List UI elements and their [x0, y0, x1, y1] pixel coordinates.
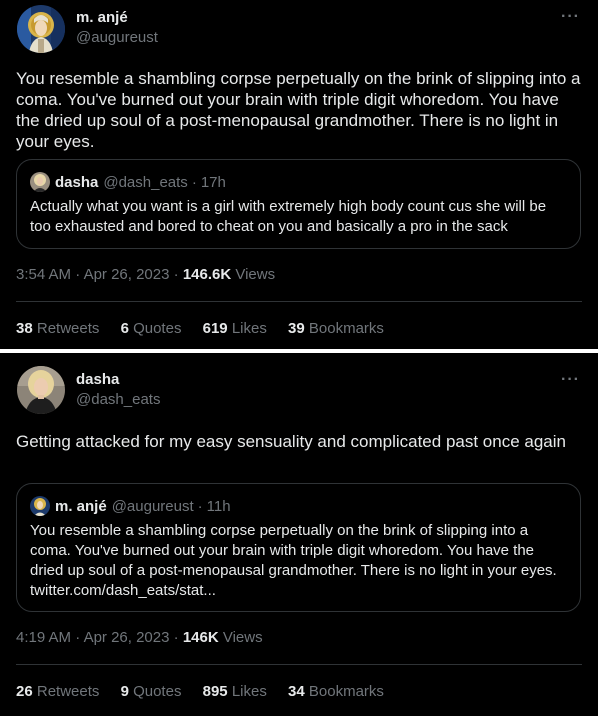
tweet-timestamp: 4:19 AM · Apr 26, 2023 · 146K Views [16, 629, 263, 646]
likes-count: 895 [202, 683, 228, 700]
quotes-label: Quotes [133, 320, 182, 337]
divider-line [16, 301, 582, 302]
likes-count: 619 [202, 320, 228, 337]
likes-stat[interactable]: 895 Likes [203, 683, 267, 700]
meta-dot: · [75, 266, 81, 283]
time[interactable]: 4:19 AM [16, 629, 71, 646]
likes-label: Likes [231, 683, 267, 700]
views-label: Views [222, 629, 263, 646]
quoted-handle: @augureust [111, 497, 194, 515]
quotes-label: Quotes [133, 683, 182, 700]
avatar-anje[interactable] [17, 5, 65, 53]
views-label: Views [235, 266, 276, 283]
handle[interactable]: @dash_eats [76, 391, 160, 408]
retweets-label: Retweets [36, 320, 100, 337]
bookmarks-label: Bookmarks [308, 320, 384, 337]
quoted-tweet[interactable]: dasha @dash_eats · 17h Actually what you… [16, 159, 581, 249]
display-name[interactable]: dasha [76, 371, 119, 388]
portrait-image [30, 172, 50, 192]
more-options-button[interactable]: ··· [561, 371, 580, 389]
tweet-timestamp: 3:54 AM · Apr 26, 2023 · 146.6K Views [16, 266, 275, 283]
likes-stat[interactable]: 619 Likes [203, 320, 267, 337]
quoted-separator: · [191, 173, 197, 191]
quoted-avatar-anje [30, 496, 50, 516]
quoted-text: Actually what you want is a girl with ex… [30, 198, 547, 235]
bookmarks-stat[interactable]: 34 Bookmarks [288, 683, 384, 700]
tweet-dasha: dasha @dash_eats ··· Getting attacked fo… [0, 353, 598, 716]
quoted-tweet-header: dasha @dash_eats · 17h [30, 172, 226, 192]
retweets-count: 38 [16, 320, 33, 337]
quotes-count: 6 [120, 320, 129, 337]
stained-glass-saint-image [30, 496, 50, 516]
quoted-display-name: m. anjé [55, 497, 107, 515]
quoted-avatar-dasha [30, 172, 50, 192]
quoted-handle: @dash_eats [103, 173, 188, 191]
tweet-text: Getting attacked for my easy sensuality … [16, 432, 566, 451]
engagement-stats: 26 Retweets 9 Quotes 895 Likes 34 Bookma… [16, 683, 401, 700]
tweet-text: You resemble a shambling corpse perpetua… [16, 69, 581, 151]
handle[interactable]: @augureust [76, 29, 158, 46]
time[interactable]: 3:54 AM [16, 266, 71, 283]
quotes-stat[interactable]: 9 Quotes [121, 683, 182, 700]
bookmarks-stat[interactable]: 39 Bookmarks [288, 320, 384, 337]
retweets-stat[interactable]: 26 Retweets [16, 683, 99, 700]
retweets-stat[interactable]: 38 Retweets [16, 320, 99, 337]
more-options-button[interactable]: ··· [561, 8, 580, 26]
quotes-count: 9 [120, 683, 129, 700]
meta-dot: · [173, 629, 179, 646]
quoted-time: 17h [200, 173, 226, 191]
quoted-time: 11h [206, 497, 231, 515]
date[interactable]: Apr 26, 2023 [84, 629, 170, 646]
date[interactable]: Apr 26, 2023 [84, 266, 170, 283]
views-count: 146K [182, 629, 219, 646]
retweets-count: 26 [16, 683, 33, 700]
quoted-separator: · [197, 497, 203, 515]
retweets-label: Retweets [36, 683, 100, 700]
quoted-text: You resemble a shambling corpse perpetua… [30, 522, 557, 599]
quoted-tweet[interactable]: m. anjé @augureust · 11h You resemble a … [16, 483, 581, 612]
bookmarks-count: 39 [288, 320, 305, 337]
views-count: 146.6K [182, 266, 232, 283]
meta-dot: · [75, 629, 81, 646]
display-name[interactable]: m. anjé [76, 9, 128, 26]
bookmarks-count: 34 [288, 683, 305, 700]
engagement-stats: 38 Retweets 6 Quotes 619 Likes 39 Bookma… [16, 320, 401, 337]
tweet-anje: m. anjé @augureust ··· You resemble a sh… [0, 0, 598, 349]
quoted-display-name: dasha [55, 173, 99, 191]
stained-glass-saint-image [17, 5, 65, 53]
quotes-stat[interactable]: 6 Quotes [121, 320, 182, 337]
meta-dot: · [173, 266, 179, 283]
portrait-image [17, 366, 65, 414]
avatar-dasha[interactable] [17, 366, 65, 414]
divider-line [16, 664, 582, 665]
quoted-tweet-header: m. anjé @augureust · 11h [30, 496, 231, 516]
bookmarks-label: Bookmarks [308, 683, 384, 700]
likes-label: Likes [231, 320, 267, 337]
